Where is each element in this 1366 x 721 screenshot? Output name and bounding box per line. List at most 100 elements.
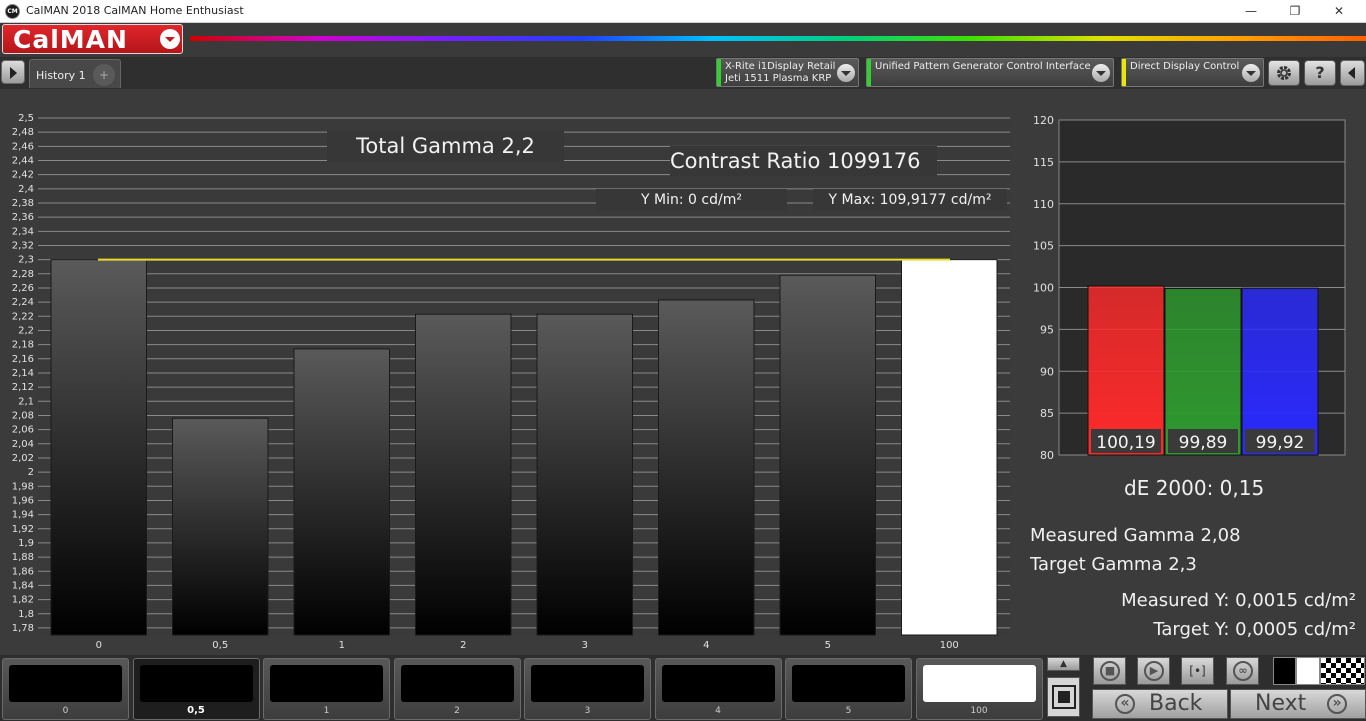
stop-icon: ■ <box>1100 661 1120 681</box>
device-status-indicator <box>717 59 721 86</box>
device-status-indicator <box>867 59 871 86</box>
white-pattern-icon[interactable] <box>1296 657 1320 685</box>
swatch-label: 100 <box>970 706 988 716</box>
y-tick-label: 1,8 <box>18 609 34 620</box>
close-button[interactable]: ✕ <box>1316 0 1362 23</box>
display-control-selector[interactable]: Direct Display Control <box>1121 58 1264 87</box>
y-tick-label: 95 <box>1040 323 1054 336</box>
calman-logo: CalMAN <box>13 25 128 54</box>
de2000-value: dE 2000: 0,15 <box>1124 476 1265 500</box>
x-tick-label: 2 <box>460 640 466 649</box>
frame-button[interactable]: [•] <box>1181 657 1214 685</box>
y-tick-label: 2,42 <box>12 170 34 181</box>
y-tick-label: 2,5 <box>18 113 34 124</box>
checkerboard-pattern-icon[interactable] <box>1320 657 1365 685</box>
pattern-swatch[interactable]: 4 <box>654 658 782 720</box>
chevron-down-icon[interactable] <box>1092 64 1110 82</box>
chevron-left-icon <box>1348 67 1355 79</box>
y-tick-label: 2,14 <box>12 368 34 379</box>
loop-button[interactable]: ∞ <box>1226 657 1259 685</box>
pattern-swatch[interactable]: 100 <box>915 658 1043 720</box>
device-name: X-Rite i1Display Retail <box>725 61 836 72</box>
x-tick-label: 0 <box>96 640 102 649</box>
swatch-label: 0,5 <box>187 705 205 716</box>
y-tick-label: 2 <box>28 467 34 478</box>
y-tick-label: 1,96 <box>12 495 34 506</box>
y-tick-label: 2,24 <box>12 297 34 308</box>
swatch-label: 2 <box>454 706 460 716</box>
swatch-label: 5 <box>845 706 852 716</box>
device-name: Unified Pattern Generator Control Interf… <box>875 61 1091 72</box>
rgb-value-label: 99,89 <box>1179 433 1228 453</box>
window-titlebar: CM CalMAN 2018 CalMAN Home Enthusiast — … <box>0 0 1366 23</box>
collapse-panel-button[interactable] <box>1340 60 1365 86</box>
measured-gamma-value: Measured Gamma 2,08 <box>1030 525 1241 546</box>
meter-device-selector[interactable]: X-Rite i1Display Retail Jeti 1511 Plasma… <box>716 58 859 87</box>
expand-workflow-button[interactable] <box>1 60 25 84</box>
y-tick-label: 2,04 <box>12 439 34 450</box>
maximize-button[interactable]: ❐ <box>1272 0 1318 23</box>
pattern-swatch[interactable]: 1 <box>263 658 390 720</box>
stop-button[interactable]: ■ <box>1093 657 1126 685</box>
swatch-color <box>9 665 122 702</box>
y-tick-label: 110 <box>1033 198 1054 211</box>
y-tick-label: 2,28 <box>12 269 34 280</box>
y-tick-label: 2,08 <box>12 410 34 421</box>
gamma-bar <box>901 259 998 636</box>
back-button[interactable]: « Back <box>1092 689 1228 719</box>
help-button[interactable]: ? <box>1304 60 1336 86</box>
total-gamma-label: Total Gamma 2,2 <box>327 131 564 161</box>
gamma-bar <box>658 299 755 636</box>
swatch-color <box>922 665 1036 702</box>
y-tick-label: 2,18 <box>12 340 34 351</box>
scroll-up-button[interactable]: ▲ <box>1047 657 1080 671</box>
measured-y-value: Measured Y: 0,0015 cd/m² <box>1121 590 1356 611</box>
minimize-button[interactable]: — <box>1228 0 1274 23</box>
pattern-swatch[interactable]: 2 <box>393 658 521 720</box>
black-pattern-icon[interactable] <box>1273 657 1296 685</box>
calman-menu-button[interactable]: CalMAN <box>2 24 183 54</box>
back-label: Back <box>1149 691 1203 716</box>
y-tick-label: 115 <box>1033 156 1054 169</box>
window-title: CalMAN 2018 CalMAN Home Enthusiast <box>26 4 244 17</box>
swatch-color <box>661 665 775 702</box>
play-button[interactable]: ▶ <box>1137 657 1170 685</box>
y-max-label: Y Max: 109,9177 cd/m² <box>813 189 1007 211</box>
chevron-down-icon[interactable] <box>837 64 855 82</box>
y-tick-label: 120 <box>1033 114 1054 127</box>
y-tick-label: 2,34 <box>12 226 34 237</box>
y-tick-label: 2,44 <box>12 155 34 166</box>
pattern-swatch[interactable]: 0 <box>2 658 129 720</box>
stop-pattern-button[interactable] <box>1047 677 1080 717</box>
tab-bar: History 1 + X-Rite i1Display Retail Jeti… <box>0 57 1366 89</box>
x-tick-label: 3 <box>582 640 588 649</box>
y-tick-label: 2,22 <box>12 311 34 322</box>
x-tick-label: 100 <box>940 640 959 649</box>
gear-icon <box>1277 66 1291 80</box>
y-tick-label: 1,82 <box>12 595 34 606</box>
y-tick-label: 2,16 <box>12 354 34 365</box>
next-button[interactable]: Next » <box>1230 689 1366 719</box>
gamma-bar <box>779 274 876 636</box>
y-tick-label: 2,38 <box>12 198 34 209</box>
settings-button[interactable] <box>1268 60 1300 86</box>
y-tick-label: 1,98 <box>12 481 34 492</box>
tab-history-1[interactable]: History 1 + <box>29 59 121 88</box>
swatch-label: 3 <box>584 706 591 716</box>
add-tab-button[interactable]: + <box>93 64 115 86</box>
y-tick-label: 1,86 <box>12 566 34 577</box>
pattern-generator-selector[interactable]: Unified Pattern Generator Control Interf… <box>866 58 1114 87</box>
y-tick-label: 2,26 <box>12 283 34 294</box>
y-tick-label: 105 <box>1033 240 1054 253</box>
chevron-down-icon[interactable] <box>1242 64 1260 82</box>
gamma-bar <box>172 417 269 636</box>
tab-label: History 1 <box>36 69 86 82</box>
gamma-bar <box>415 313 512 636</box>
rgb-balance-panel: 80 85 90 95 100 105 110 115 120 100,19 99,89 99,92 <box>1028 110 1366 470</box>
x-tick-label: 4 <box>703 640 709 649</box>
pattern-swatch[interactable]: 0,5 <box>132 658 260 720</box>
swatch-color <box>400 665 514 702</box>
swatch-color <box>531 665 644 702</box>
pattern-swatch[interactable]: 5 <box>785 658 912 720</box>
pattern-swatch[interactable]: 3 <box>524 658 651 720</box>
